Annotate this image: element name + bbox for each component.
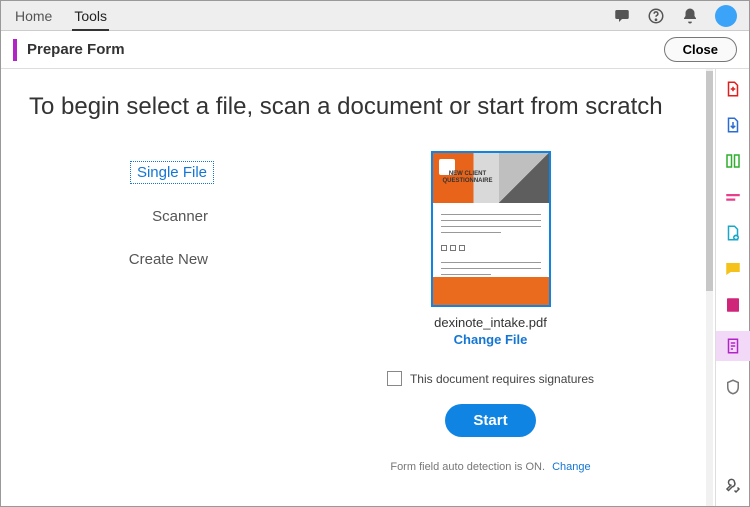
option-create-new[interactable]: Create New [123, 249, 214, 270]
filename-label: dexinote_intake.pdf [434, 315, 547, 330]
preview-column: NEW CLIENT QUESTIONNAIRE [234, 151, 687, 473]
organize-icon[interactable] [723, 151, 743, 171]
tool-header: Prepare Form Close [1, 31, 749, 69]
autodetect-change-link[interactable]: Change [552, 461, 591, 473]
protect-icon[interactable] [723, 377, 743, 397]
right-rail [715, 69, 749, 506]
signatures-row: This document requires signatures [387, 371, 594, 386]
notifications-chat-icon[interactable] [613, 7, 631, 25]
top-tabs: Home Tools [13, 1, 109, 31]
thumb-title: NEW CLIENT QUESTIONNAIRE [433, 171, 503, 185]
main-panel: To begin select a file, scan a document … [1, 69, 715, 506]
start-button[interactable]: Start [445, 404, 535, 437]
option-scanner[interactable]: Scanner [146, 206, 214, 227]
avatar[interactable] [715, 5, 737, 27]
help-icon[interactable] [647, 7, 665, 25]
comment-icon[interactable] [723, 259, 743, 279]
tab-tools[interactable]: Tools [72, 1, 109, 31]
scrollbar-thumb[interactable] [706, 71, 713, 291]
combine-icon[interactable] [723, 223, 743, 243]
top-bar: Home Tools [1, 1, 749, 31]
file-thumbnail[interactable]: NEW CLIENT QUESTIONNAIRE [431, 151, 551, 307]
autodetect-status: Form field auto detection is ON. Change [390, 461, 590, 473]
create-pdf-icon[interactable] [723, 79, 743, 99]
redact-icon[interactable] [723, 187, 743, 207]
tab-home[interactable]: Home [13, 1, 54, 31]
signatures-label: This document requires signatures [410, 372, 594, 386]
page-headline: To begin select a file, scan a document … [29, 93, 687, 121]
option-indicator [214, 161, 234, 473]
tool-title: Prepare Form [27, 41, 125, 58]
prepare-form-icon[interactable] [716, 331, 750, 361]
close-button[interactable]: Close [664, 37, 737, 62]
autodetect-text: Form field auto detection is ON. [390, 461, 545, 473]
tool-accent [13, 39, 17, 61]
export-pdf-icon[interactable] [723, 115, 743, 135]
bell-icon[interactable] [681, 7, 699, 25]
change-file-link[interactable]: Change File [454, 332, 528, 347]
more-tools-icon[interactable] [723, 476, 743, 496]
option-single-file[interactable]: Single File [130, 161, 214, 184]
signatures-checkbox[interactable] [387, 371, 402, 386]
edit-pdf-icon[interactable] [723, 295, 743, 315]
topbar-icons [613, 5, 737, 27]
source-options: Single File Scanner Create New [29, 151, 214, 473]
